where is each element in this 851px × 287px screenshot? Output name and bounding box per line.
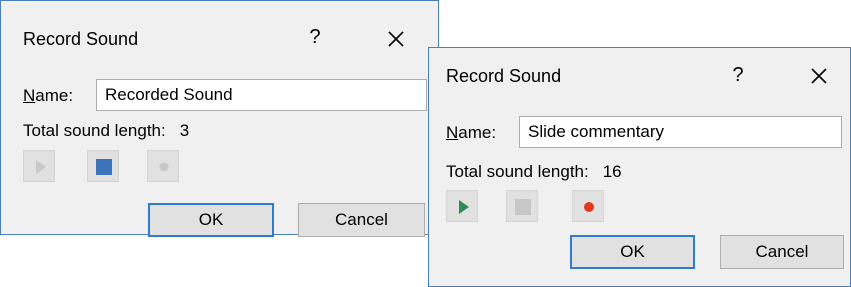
ok-button[interactable]: OK (570, 235, 695, 269)
play-icon (36, 160, 46, 174)
total-sound-length-label: Total sound length: (23, 121, 166, 140)
help-button[interactable]: ? (728, 63, 748, 87)
ok-button[interactable]: OK (148, 203, 274, 237)
stop-icon (515, 199, 531, 215)
total-sound-length-value: 3 (179, 121, 190, 140)
play-icon (459, 200, 469, 214)
dialog-title: Record Sound (446, 66, 562, 86)
record-button[interactable] (572, 190, 604, 222)
cancel-button[interactable]: Cancel (298, 203, 425, 237)
record-sound-dialog-1: Record Sound ? Name: Recorded Sound Tota… (0, 0, 439, 237)
stop-icon (96, 159, 112, 175)
total-sound-length: Total sound length: 3 (23, 121, 189, 141)
name-label: Name: (446, 123, 496, 143)
record-button[interactable] (147, 150, 179, 182)
name-input[interactable]: Recorded Sound (96, 79, 427, 111)
play-button[interactable] (23, 150, 55, 182)
name-label: Name: (23, 86, 73, 106)
name-label-text: ame: (458, 123, 497, 142)
record-icon (159, 162, 169, 172)
cancel-button[interactable]: Cancel (720, 235, 844, 269)
close-icon[interactable] (809, 66, 829, 86)
play-button[interactable] (446, 190, 478, 222)
name-input[interactable]: Slide commentary (519, 116, 842, 148)
record-icon (584, 202, 594, 212)
close-icon[interactable] (386, 29, 406, 49)
total-sound-length: Total sound length: 16 (446, 162, 622, 182)
name-label-text: ame: (35, 86, 74, 105)
total-sound-length-value: 16 (602, 162, 622, 181)
help-button[interactable]: ? (305, 25, 325, 49)
name-label-accelerator: N (23, 86, 36, 105)
stop-button[interactable] (506, 190, 538, 222)
stop-button[interactable] (87, 150, 119, 182)
name-label-accelerator: N (446, 123, 459, 142)
total-sound-length-label: Total sound length: (446, 162, 589, 181)
dialog-title: Record Sound (23, 29, 139, 49)
record-sound-dialog-2: Record Sound ? Name: Slide commentary To… (428, 47, 851, 287)
